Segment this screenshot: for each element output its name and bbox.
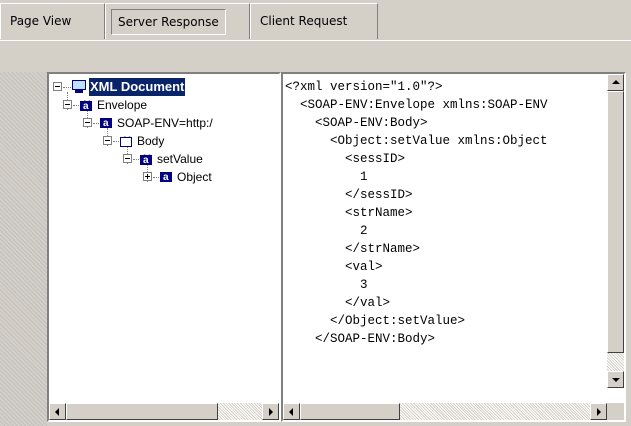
- tree-node-label: setValue: [157, 152, 203, 166]
- collapse-icon[interactable]: [123, 154, 132, 163]
- tree-horizontal-scrollbar[interactable]: [49, 403, 279, 420]
- scroll-track[interactable]: [400, 403, 590, 420]
- xml-line: </sessID>: [285, 188, 413, 202]
- tree-connector: [63, 87, 71, 88]
- tree-node-label: Object: [177, 170, 212, 184]
- tab-client-request[interactable]: Client Request: [250, 3, 378, 39]
- scroll-thumb[interactable]: [300, 403, 400, 420]
- collapse-icon[interactable]: [103, 136, 112, 145]
- tree-node-label: Envelope: [97, 98, 148, 112]
- scroll-down-button[interactable]: [607, 371, 624, 388]
- hatched-margin: [0, 72, 47, 426]
- xml-line: 3: [285, 278, 368, 292]
- tree-root-label: XML Document: [89, 78, 186, 96]
- xml-line: </val>: [285, 296, 391, 310]
- xml-line: <val>: [285, 260, 383, 274]
- xml-document-icon: [71, 79, 87, 94]
- scroll-thumb[interactable]: [66, 403, 218, 420]
- scroll-track[interactable]: [607, 353, 624, 371]
- scroll-thumb[interactable]: [607, 91, 624, 353]
- element-empty-icon: °°: [119, 134, 133, 147]
- tree-row-soap-env[interactable]: a SOAP-ENV=http:/: [49, 114, 279, 132]
- tab-server-response[interactable]: Server Response: [105, 3, 250, 39]
- scroll-up-button[interactable]: [607, 74, 624, 91]
- xml-line: 1: [285, 170, 368, 184]
- xml-line: <?xml version="1.0"?>: [285, 80, 443, 94]
- scroll-right-button[interactable]: [590, 403, 607, 420]
- xml-line: 2: [285, 224, 368, 238]
- xml-line: <Object:setValue xmlns:Object: [285, 134, 548, 148]
- xml-line: </Object:setValue>: [285, 314, 466, 328]
- tree-row-envelope[interactable]: °°a Envelope: [49, 96, 279, 114]
- xml-line: <strName>: [285, 206, 413, 220]
- scroll-track[interactable]: [218, 403, 262, 420]
- attribute-icon: a: [159, 170, 173, 183]
- xml-line: </strName>: [285, 242, 421, 256]
- collapse-icon[interactable]: [53, 82, 62, 91]
- collapse-icon[interactable]: [63, 100, 72, 109]
- tab-panel-header: [0, 41, 631, 71]
- scroll-left-button[interactable]: [49, 403, 66, 420]
- scroll-corner: [607, 403, 624, 420]
- tree-node-label: SOAP-ENV=http:/: [117, 116, 213, 130]
- tab-page-view[interactable]: Page View: [0, 3, 105, 39]
- xml-vertical-scrollbar[interactable]: [607, 74, 624, 388]
- tab-bar: Page View Server Response Client Request: [0, 0, 631, 42]
- tree-row-body[interactable]: °° Body: [49, 132, 279, 150]
- tree-row-setvalue[interactable]: °°a setValue: [49, 150, 279, 168]
- xml-line: <sessID>: [285, 152, 406, 166]
- tab-server-response-label: Server Response: [111, 9, 226, 35]
- scroll-right-button[interactable]: [262, 403, 279, 420]
- element-icon: °°a: [139, 152, 153, 166]
- tree-row-object[interactable]: a Object: [49, 168, 279, 186]
- tree-node-label: Body: [137, 134, 165, 148]
- tree-row-root[interactable]: XML Document: [49, 78, 279, 96]
- xml-line: <SOAP-ENV:Body>: [285, 116, 428, 130]
- xml-source-pane[interactable]: <?xml version="1.0"?> <SOAP-ENV:Envelope…: [281, 72, 626, 422]
- xml-tree-pane[interactable]: XML Document °°a Envelope a SOAP-ENV=htt…: [47, 72, 281, 422]
- expand-icon[interactable]: [143, 172, 152, 181]
- scroll-left-button[interactable]: [283, 403, 300, 420]
- tab-client-request-label: Client Request: [260, 14, 348, 28]
- attribute-icon: a: [99, 116, 113, 129]
- collapse-icon[interactable]: [83, 118, 92, 127]
- element-icon: °°a: [79, 98, 93, 112]
- xml-line: </SOAP-ENV:Body>: [285, 332, 436, 346]
- tab-page-view-label: Page View: [10, 14, 72, 28]
- xml-horizontal-scrollbar[interactable]: [283, 403, 607, 420]
- xml-line: <SOAP-ENV:Envelope xmlns:SOAP-ENV: [285, 98, 548, 112]
